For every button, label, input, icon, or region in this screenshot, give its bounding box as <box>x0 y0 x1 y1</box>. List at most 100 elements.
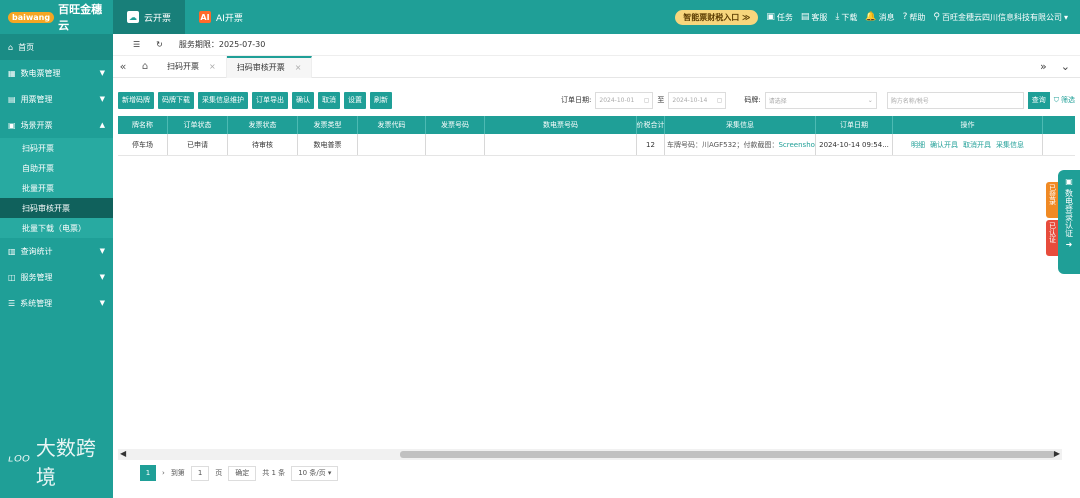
chevron-down-icon: ▼ <box>99 299 105 307</box>
refresh-button[interactable]: 刷新 <box>370 91 392 109</box>
top-tab-cloud-invoice[interactable]: ☁ 云开票 <box>113 0 186 34</box>
collect-info-button[interactable]: 采集信息维护 <box>198 91 248 109</box>
col-header: 数电票号码 <box>485 116 637 134</box>
brand-name: 百旺金穗云 <box>58 3 103 32</box>
chevron-down-icon: ▼ <box>99 95 105 103</box>
col-header: 发票代码 <box>358 116 426 134</box>
col-header: 订单日期 <box>816 116 893 134</box>
company-dropdown[interactable]: ⚲ 百旺金穗云四川信息科技有限公司 ▾ <box>933 12 1068 23</box>
col-header: 操作 <box>893 116 1043 134</box>
sidebar-item-label: 用票管理 <box>20 94 53 104</box>
promo-entry-button[interactable]: 智能票财税入口 ≫ <box>675 9 759 25</box>
cancel-button[interactable]: 取消 <box>318 91 340 109</box>
id-card-icon: ▣ <box>1065 177 1073 186</box>
page-tab-scan-invoice[interactable]: 扫码开票 × <box>157 55 227 78</box>
page-size-select[interactable]: 10 条/页 ▾ <box>291 465 339 481</box>
arrow-right-icon: ➜ <box>1065 240 1073 249</box>
search-button[interactable]: 查询 <box>1027 91 1050 109</box>
top-tab-label: AI开票 <box>216 13 243 24</box>
page-unit: 页 <box>215 469 223 477</box>
ticket-icon: ▤ <box>8 94 16 104</box>
home-tab-icon[interactable]: ⌂ <box>133 61 157 72</box>
tabs-scroll-right-icon[interactable]: » <box>1040 60 1047 73</box>
page-tab-scan-review[interactable]: 扫码审核开票 × <box>226 55 313 78</box>
col-header: 牌名称 <box>118 116 168 134</box>
sidebar-subitem-self-invoice[interactable]: 自助开票 <box>0 158 113 178</box>
add-code-card-button[interactable]: 新增码牌 <box>118 91 154 109</box>
search-placeholder: 购方名称/税号 <box>890 97 929 105</box>
sidebar-item-query-stats[interactable]: ▥ 查询统计 ▼ <box>0 238 113 264</box>
brand-logo[interactable]: baiwang 百旺金穗云 <box>0 0 113 34</box>
cell-amount: 12 <box>637 134 665 155</box>
date-from-value: 2024-10-01 <box>599 96 635 104</box>
page-tab-label: 扫码开票 <box>167 62 199 71</box>
collect-info-text: 车牌号码：川AGF532；付款截图： <box>667 140 779 149</box>
sidebar-subitem-batch-invoice[interactable]: 批量开票 <box>0 178 113 198</box>
filter-icon: ⛉ <box>1053 95 1059 104</box>
sidebar-subitem-scan-review[interactable]: 扫码审核开票 <box>0 198 113 218</box>
sidebar-item-ticket-usage[interactable]: ▤ 用票管理 ▼ <box>0 86 113 112</box>
support-link[interactable]: ▤ 客服 <box>801 12 828 23</box>
scroll-right-icon[interactable]: ▶ <box>1054 449 1060 458</box>
sidebar-item-system-mgmt[interactable]: ☰ 系统管理 ▼ <box>0 290 113 316</box>
download-code-card-button[interactable]: 码牌下载 <box>158 91 194 109</box>
refresh-icon[interactable]: ↻ <box>156 40 163 49</box>
confirm-issue-link[interactable]: 确认开具 <box>930 140 958 150</box>
brand-badge: baiwang <box>8 11 55 23</box>
sidebar-item-service-mgmt[interactable]: ◫ 服务管理 ▼ <box>0 264 113 290</box>
settings-button[interactable]: 设置 <box>344 91 366 109</box>
export-orders-button[interactable]: 订单导出 <box>252 91 288 109</box>
collect-info-link[interactable]: 采集信息 <box>996 140 1024 150</box>
confirm-button[interactable]: 确认 <box>292 91 314 109</box>
scrollbar-thumb[interactable] <box>400 451 1055 458</box>
user-icon: ⚲ <box>933 12 940 22</box>
code-card-placeholder: 请选择 <box>768 97 787 105</box>
tabs-scroll-left-icon[interactable]: « <box>113 60 133 73</box>
top-tab-ai-invoice[interactable]: AI AI开票 <box>185 0 257 34</box>
task-link[interactable]: ▣ 任务 <box>766 12 793 23</box>
sidebar-item-home[interactable]: ⌂ 首页 <box>0 34 113 60</box>
search-input[interactable]: 购方名称/税号 <box>886 91 1024 109</box>
sidebar-item-digital-invoice[interactable]: ▦ 数电票管理 ▼ <box>0 60 113 86</box>
scroll-left-icon[interactable]: ◀ <box>120 449 126 458</box>
table-row[interactable]: 停车场 已申请 待审核 数电普票 12 车牌号码：川AGF532；付款截图： S… <box>118 134 1075 156</box>
chat-icon: ▤ <box>800 12 810 22</box>
cancel-issue-link[interactable]: 取消开具 <box>963 140 991 150</box>
tabs-menu-chevron-icon[interactable]: ⌄ <box>1061 60 1070 73</box>
sidebar-item-label: 数电票管理 <box>20 68 61 78</box>
next-page-icon[interactable]: › <box>162 469 165 477</box>
help-link[interactable]: ? 帮助 <box>903 12 926 23</box>
code-card-select[interactable]: 请选择 ⌄ <box>764 91 877 109</box>
menu-toggle-icon[interactable]: ☰ <box>133 40 140 49</box>
close-icon[interactable]: × <box>209 62 216 71</box>
watermark-logo-icon: ᶫᴼᴼ <box>8 451 30 471</box>
digital-login-widget[interactable]: ▣ 数电登录认证 ➜ <box>1058 170 1080 274</box>
company-name: 百旺金穗云四川信息科技有限公司 <box>941 12 1062 22</box>
cell-invoice-code <box>358 134 426 155</box>
cell-operations: 明细 确认开具 取消开具 采集信息 <box>893 134 1043 155</box>
message-link[interactable]: 🔔 消息 <box>865 12 894 23</box>
service-icon: ◫ <box>8 272 16 282</box>
sidebar-subitem-batch-download[interactable]: 批量下载（电票） <box>0 218 113 238</box>
page-number-current[interactable]: 1 <box>140 465 156 481</box>
goto-page-input[interactable]: 1 <box>190 465 210 481</box>
date-from-input[interactable]: 2024-10-01 ▢ <box>595 91 654 109</box>
message-label: 消息 <box>878 12 895 22</box>
page-tabs-bar: « ⌂ 扫码开票 × 扫码审核开票 × » ⌄ <box>113 55 1080 78</box>
horizontal-scrollbar[interactable]: ◀ ▶ <box>118 449 1062 460</box>
ai-icon: AI <box>199 11 212 23</box>
sidebar-subitem-scan-invoice[interactable]: 扫码开票 <box>0 138 113 158</box>
download-link[interactable]: ⤓ 下载 <box>835 12 857 23</box>
cell-digital-no <box>485 134 637 155</box>
close-icon[interactable]: × <box>295 63 302 72</box>
goto-confirm-button[interactable]: 确定 <box>228 465 257 481</box>
date-to-input[interactable]: 2024-10-14 ▢ <box>668 91 727 109</box>
col-header: 发票状态 <box>228 116 298 134</box>
filter-button[interactable]: ⛉ 筛选 <box>1054 95 1075 105</box>
screenshot-link[interactable]: Screenshot_... <box>778 141 815 149</box>
authenticated-badge: 已认证 <box>1046 220 1058 256</box>
detail-link[interactable]: 明细 <box>911 140 925 150</box>
stats-icon: ▥ <box>8 246 16 256</box>
sidebar-item-scene-invoice[interactable]: ▣ 场景开票 ▲ <box>0 112 113 138</box>
download-icon: ⤓ <box>835 12 840 22</box>
